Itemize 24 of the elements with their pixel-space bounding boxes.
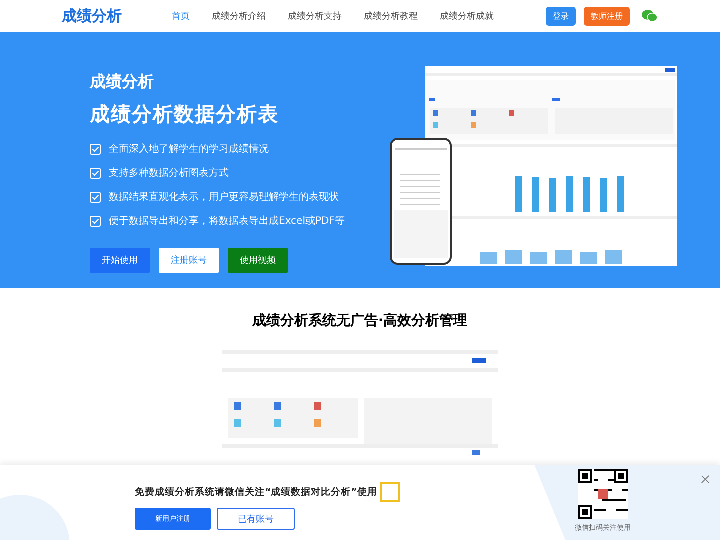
nav-link[interactable]: 成绩分析教程 [364, 10, 418, 22]
section-title: 成绩分析系统无广告·高效分析管理 [252, 312, 468, 330]
hero-button[interactable]: 使用视频 [228, 248, 288, 273]
wechat-icon[interactable] [642, 9, 658, 23]
feature-text: 支持多种数据分析图表方式 [109, 166, 229, 180]
hero-subtitle: 成绩分析 [90, 72, 155, 93]
close-icon[interactable] [701, 475, 710, 484]
login-button[interactable]: 登录 [546, 6, 576, 26]
nav-link[interactable]: 成绩分析支持 [288, 10, 342, 22]
hero-title: 成绩分析数据分析表 [90, 101, 280, 128]
popup-message: 免费成绩分析系统请微信关注“成绩数据对比分析”使用 [135, 486, 378, 498]
register-button[interactable]: 教师注册 [584, 6, 630, 26]
feature-text: 数据结果直观化表示，用户更容易理解学生的表现状 [109, 190, 339, 204]
nav-link[interactable]: 成绩分析介绍 [212, 10, 266, 22]
existing-account-button[interactable]: 已有账号 [217, 508, 295, 530]
hero-button[interactable]: 注册账号 [159, 248, 219, 273]
square-icon [380, 482, 400, 502]
hero-button[interactable]: 开始使用 [90, 248, 150, 273]
qr-code [578, 469, 628, 519]
nav-link[interactable]: 首页 [172, 10, 190, 22]
logo[interactable]: 成绩分析 [62, 6, 172, 26]
feature-text: 全面深入地了解学生的学习成绩情况 [109, 142, 269, 156]
nav-link[interactable]: 成绩分析成就 [440, 10, 494, 22]
feature-text: 便于数据导出和分享，将数据表导出成Excel或PDF等 [109, 214, 345, 228]
